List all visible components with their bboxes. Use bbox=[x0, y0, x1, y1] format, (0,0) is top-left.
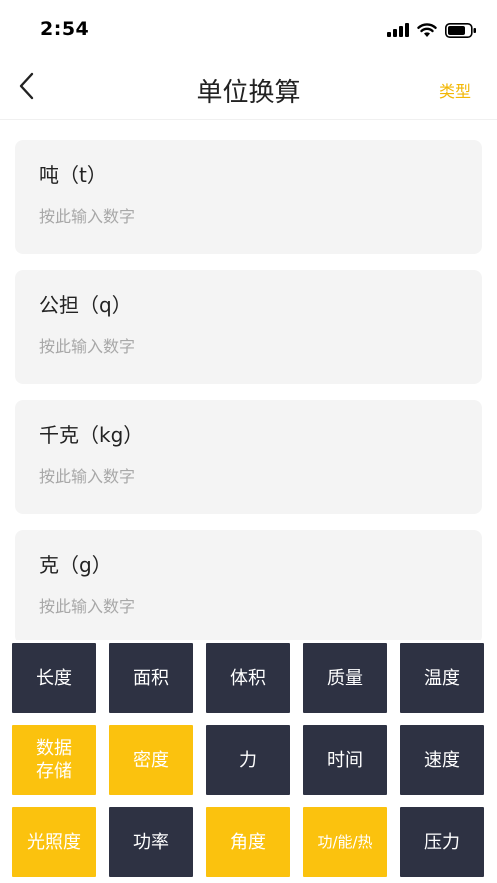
unit-label: 千克（kg） bbox=[39, 423, 144, 447]
category-label: 数据 存储 bbox=[36, 737, 72, 783]
category-angle-button[interactable]: 角度 bbox=[206, 807, 290, 877]
category-power-button[interactable]: 功率 bbox=[109, 807, 193, 877]
unit-card-quintal[interactable]: 公担（q） bbox=[15, 270, 482, 384]
status-time: 2:54 bbox=[40, 18, 90, 40]
nav-bar: 单位换算 类型 bbox=[0, 60, 497, 120]
unit-label: 吨（t） bbox=[39, 163, 107, 187]
category-speed-button[interactable]: 速度 bbox=[400, 725, 484, 795]
category-data-storage-button[interactable]: 数据 存储 bbox=[12, 725, 96, 795]
unit-card-gram[interactable]: 克（g） bbox=[15, 530, 482, 640]
unit-input-gram[interactable] bbox=[39, 594, 458, 618]
category-label-line: 数据 bbox=[36, 738, 72, 759]
category-illuminance-button[interactable]: 光照度 bbox=[12, 807, 96, 877]
category-pressure-button[interactable]: 压力 bbox=[400, 807, 484, 877]
battery-icon bbox=[445, 22, 477, 38]
unit-card-kilogram[interactable]: 千克（kg） bbox=[15, 400, 482, 514]
category-keypad: 长度 面积 体积 质量 温度 数据 存储 密度 力 时间 速度 光照度 功率 角… bbox=[0, 640, 497, 883]
category-volume-button[interactable]: 体积 bbox=[206, 643, 290, 713]
unit-input-kilogram[interactable] bbox=[39, 464, 458, 488]
category-density-button[interactable]: 密度 bbox=[109, 725, 193, 795]
category-time-button[interactable]: 时间 bbox=[303, 725, 387, 795]
category-mass-button[interactable]: 质量 bbox=[303, 643, 387, 713]
signal-icon bbox=[387, 23, 409, 37]
category-temperature-button[interactable]: 温度 bbox=[400, 643, 484, 713]
type-button[interactable]: 类型 bbox=[439, 78, 471, 102]
category-energy-button[interactable]: 功/能/热 bbox=[303, 807, 387, 877]
category-length-button[interactable]: 长度 bbox=[12, 643, 96, 713]
unit-card-ton[interactable]: 吨（t） bbox=[15, 140, 482, 254]
status-icons bbox=[387, 20, 477, 40]
unit-input-ton[interactable] bbox=[39, 204, 458, 228]
category-area-button[interactable]: 面积 bbox=[109, 643, 193, 713]
category-force-button[interactable]: 力 bbox=[206, 725, 290, 795]
category-label-line: 存储 bbox=[36, 761, 72, 782]
page-title: 单位换算 bbox=[196, 78, 301, 108]
unit-input-quintal[interactable] bbox=[39, 334, 458, 358]
wifi-icon bbox=[417, 22, 437, 38]
status-bar: 2:54 bbox=[0, 0, 497, 60]
unit-label: 克（g） bbox=[39, 553, 112, 577]
unit-label: 公担（q） bbox=[39, 293, 132, 317]
unit-list[interactable]: 吨（t） 公担（q） 千克（kg） 克（g） bbox=[15, 140, 482, 640]
